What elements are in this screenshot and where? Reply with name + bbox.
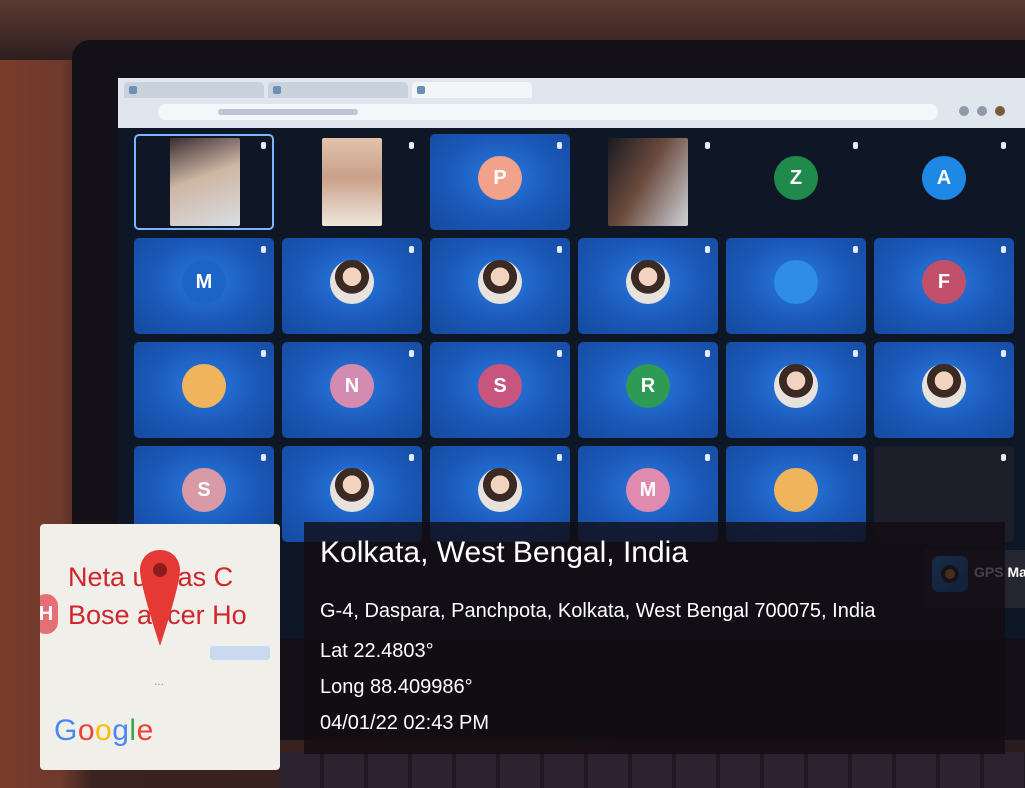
participant-tile[interactable]: [578, 134, 718, 230]
participant-avatar: [774, 468, 818, 513]
participant-video: [322, 138, 382, 226]
mic-muted-icon: [557, 142, 562, 149]
participant-tile[interactable]: [282, 134, 422, 230]
mic-muted-icon: [853, 350, 858, 357]
tab-favicon-icon: [417, 86, 425, 94]
location-latitude: Lat 22.4803°: [320, 640, 434, 662]
browser-toolbar: [118, 78, 1025, 128]
participant-tile[interactable]: [578, 238, 718, 334]
mic-muted-icon: [705, 454, 710, 461]
location-datetime: 04/01/22 02:43 PM: [320, 712, 490, 734]
mic-muted-icon: [261, 142, 266, 149]
mic-muted-icon: [557, 246, 562, 253]
mic-muted-icon: [1001, 142, 1006, 149]
mic-muted-icon: [1001, 246, 1006, 253]
mic-muted-icon: [409, 350, 414, 357]
hospital-icon: H: [40, 594, 58, 634]
map-pin-icon: [140, 550, 180, 646]
browser-tab[interactable]: [124, 82, 264, 98]
location-stamp: Kolkata, West Bengal, India G-4, Daspara…: [304, 522, 1005, 754]
mic-muted-icon: [705, 142, 710, 149]
browser-tab[interactable]: [268, 82, 408, 98]
mic-muted-icon: [853, 454, 858, 461]
mic-muted-icon: [1001, 350, 1006, 357]
participant-avatar: [478, 468, 522, 513]
participant-avatar: P: [478, 156, 522, 201]
map-road: [210, 646, 270, 660]
participant-tile[interactable]: A: [874, 134, 1014, 230]
participant-avatar: [182, 364, 226, 409]
participant-avatar: M: [182, 260, 226, 305]
participant-tile[interactable]: R: [578, 342, 718, 438]
participant-avatar: R: [626, 364, 670, 409]
keyboard: [280, 752, 1025, 788]
mic-muted-icon: [409, 142, 414, 149]
mic-muted-icon: [705, 350, 710, 357]
participant-tile[interactable]: [874, 342, 1014, 438]
participant-avatar: F: [922, 260, 966, 305]
participant-tile[interactable]: [726, 238, 866, 334]
mic-muted-icon: [705, 246, 710, 253]
participant-avatar: [774, 364, 818, 409]
address-url: [218, 109, 358, 115]
mic-muted-icon: [409, 246, 414, 253]
participant-avatar: M: [626, 468, 670, 513]
address-bar[interactable]: [158, 104, 938, 120]
participant-tile[interactable]: [726, 342, 866, 438]
participant-avatar: [774, 260, 818, 305]
participant-tile[interactable]: [134, 342, 274, 438]
participant-avatar: [922, 364, 966, 409]
toolbar-icons: [959, 106, 1005, 116]
participant-avatar: S: [182, 468, 226, 513]
mic-muted-icon: [853, 142, 858, 149]
mic-muted-icon: [557, 350, 562, 357]
mic-muted-icon: [261, 350, 266, 357]
browser-tabs: [124, 82, 532, 100]
mic-muted-icon: [853, 246, 858, 253]
participant-tile[interactable]: [134, 134, 274, 230]
participant-avatar: [478, 260, 522, 305]
browser-tab-active[interactable]: [412, 82, 532, 98]
mic-muted-icon: [409, 454, 414, 461]
participant-avatar: S: [478, 364, 522, 409]
participant-video: [608, 138, 688, 226]
participant-tile[interactable]: Z: [726, 134, 866, 230]
participant-tile[interactable]: [282, 238, 422, 334]
participant-avatar: [330, 468, 374, 513]
mic-muted-icon: [1001, 454, 1006, 461]
menu-icon[interactable]: [977, 106, 987, 116]
participant-tile[interactable]: [430, 238, 570, 334]
participant-tile[interactable]: P: [430, 134, 570, 230]
profile-icon[interactable]: [995, 106, 1005, 116]
mic-muted-icon: [261, 246, 266, 253]
location-address: G-4, Daspara, Panchpota, Kolkata, West B…: [320, 600, 876, 622]
participant-tile[interactable]: S: [430, 342, 570, 438]
participant-video: [170, 138, 240, 226]
extension-icon[interactable]: [959, 106, 969, 116]
participant-grid: P Z A M F N S R S M: [134, 134, 1019, 542]
tab-favicon-icon: [273, 86, 281, 94]
location-longitude: Long 88.409986°: [320, 676, 473, 698]
google-logo: Google: [54, 714, 154, 747]
map-thumbnail: H Neta ubhas C Bose ancer Ho ... Google: [40, 524, 280, 770]
tab-favicon-icon: [129, 86, 137, 94]
mic-muted-icon: [261, 454, 266, 461]
map-attribution-dots: ...: [154, 674, 165, 688]
participant-tile[interactable]: N: [282, 342, 422, 438]
participant-avatar: Z: [774, 156, 818, 201]
location-title: Kolkata, West Bengal, India: [320, 536, 688, 569]
participant-avatar: A: [922, 156, 966, 201]
participant-avatar: N: [330, 364, 374, 409]
participant-avatar: [626, 260, 670, 305]
mic-muted-icon: [557, 454, 562, 461]
participant-tile[interactable]: F: [874, 238, 1014, 334]
participant-tile[interactable]: M: [134, 238, 274, 334]
participant-avatar: [330, 260, 374, 305]
